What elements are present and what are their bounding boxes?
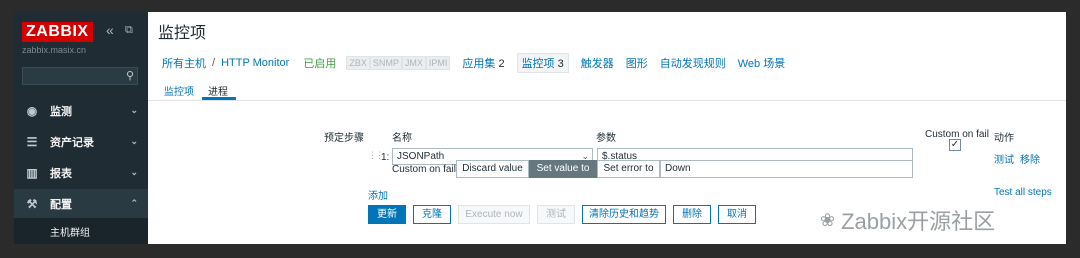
page-title: 监控项 xyxy=(158,25,207,42)
nav-web-scenarios[interactable]: Web 场景 xyxy=(738,55,785,71)
tab-preprocessing[interactable]: 进程 xyxy=(208,83,228,98)
kiosk-mode-icon[interactable]: ⧉ xyxy=(125,24,133,37)
breadcrumb-host[interactable]: HTTP Monitor xyxy=(221,57,289,69)
chevron-up-icon: ⌃ xyxy=(130,198,138,208)
menu-item-monitoring[interactable]: ◉ 监测 ⌄ xyxy=(14,96,148,125)
chart-icon: ▥ xyxy=(26,165,38,180)
step-number: 1: xyxy=(381,152,390,163)
collapse-sidebar-icon[interactable]: « xyxy=(106,22,114,38)
tab-item[interactable]: 监控项 xyxy=(164,83,194,98)
test-all-steps-link[interactable]: Test all steps xyxy=(994,187,1052,198)
page-header: 监控项 xyxy=(148,12,1066,47)
protocol-ipmi: IPMI xyxy=(425,56,451,70)
wrench-icon: ⚒ xyxy=(26,196,38,211)
column-actions-header: 动作 xyxy=(994,133,1014,144)
clone-button[interactable]: 克隆 xyxy=(413,205,451,224)
protocol-snmp: SNMP xyxy=(369,56,402,70)
search-icon[interactable]: ⚲ xyxy=(126,69,134,82)
watermark: ❀ Zabbix开源社区 xyxy=(820,204,995,236)
breadcrumb-all-hosts[interactable]: 所有主机 xyxy=(162,55,206,71)
submenu-item-label: 主机群组 xyxy=(50,227,90,239)
breadcrumb-separator: / xyxy=(212,57,216,69)
list-icon: ☰ xyxy=(26,134,38,149)
chevron-down-icon: ⌄ xyxy=(130,105,138,115)
menu-item-label: 配置 xyxy=(50,198,72,211)
wechat-icon: ❀ xyxy=(820,209,836,230)
search-input[interactable]: ⚲ xyxy=(22,67,138,85)
clear-history-button[interactable]: 清除历史和趋势 xyxy=(582,205,666,224)
nav-discovery-rules[interactable]: 自动发现规则 xyxy=(660,55,726,71)
remove-step-link[interactable]: 移除 xyxy=(1020,151,1040,166)
eye-icon: ◉ xyxy=(26,103,38,118)
test-button[interactable]: 测试 xyxy=(537,205,575,224)
option-discard-value[interactable]: Discard value xyxy=(456,160,529,178)
chevron-down-icon: ⌄ xyxy=(130,167,138,177)
drag-handle-icon[interactable]: ⋮⋮ xyxy=(368,150,384,161)
fail-value-input[interactable]: Down xyxy=(660,160,913,178)
nav-items[interactable]: 监控项 3 xyxy=(516,53,569,73)
nav-applications[interactable]: 应用集 2 xyxy=(462,55,504,71)
sidebar: ZABBIX « ⧉ zabbix.masix.cn ⚲ ◉ 监测 ⌄ ☰ 资产… xyxy=(14,12,148,244)
execute-now-button[interactable]: Execute now xyxy=(458,205,530,224)
menu-item-label: 资产记录 xyxy=(50,136,94,149)
server-name: zabbix.masix.cn xyxy=(22,45,87,55)
menu-item-reports[interactable]: ▥ 报表 ⌄ xyxy=(14,158,148,187)
column-name-header: 名称 xyxy=(392,133,412,144)
active-tab-indicator xyxy=(202,97,236,100)
add-step-link[interactable]: 添加 xyxy=(368,187,388,202)
custom-on-fail-checkbox[interactable]: ✓ xyxy=(949,139,961,151)
chevron-down-icon: ⌄ xyxy=(130,136,138,146)
option-set-error-to[interactable]: Set error to xyxy=(597,160,660,178)
column-params-header: 参数 xyxy=(596,133,616,144)
delete-button[interactable]: 删除 xyxy=(673,205,711,224)
test-step-link[interactable]: 测试 xyxy=(994,151,1014,166)
steps-label: 预定步骤 xyxy=(324,133,364,144)
update-button[interactable]: 更新 xyxy=(368,205,406,224)
status-badge[interactable]: 已启用 xyxy=(303,55,336,71)
menu-item-label: 监测 xyxy=(50,105,72,118)
cancel-button[interactable]: 取消 xyxy=(718,205,756,224)
nav-triggers[interactable]: 触发器 xyxy=(581,55,614,71)
form-tabs: 监控项 进程 xyxy=(148,80,1066,101)
custom-on-fail-label: Custom on fail xyxy=(392,164,456,175)
menu-item-configuration[interactable]: ⚒ 配置 ⌃ xyxy=(14,189,148,218)
app-window: ZABBIX « ⧉ zabbix.masix.cn ⚲ ◉ 监测 ⌄ ☰ 资产… xyxy=(14,12,1066,244)
menu-item-label: 报表 xyxy=(50,167,72,180)
host-navigation: 所有主机 / HTTP Monitor 已启用 ZBX SNMP JMX IPM… xyxy=(148,46,1066,81)
nav-graphs[interactable]: 图形 xyxy=(626,55,648,71)
option-set-value-to[interactable]: Set value to xyxy=(529,160,597,178)
menu-item-inventory[interactable]: ☰ 资产记录 ⌄ xyxy=(14,127,148,156)
protocol-jmx: JMX xyxy=(401,56,426,70)
watermark-text: Zabbix开源社区 xyxy=(841,209,996,234)
protocol-zbx: ZBX xyxy=(346,56,370,70)
zabbix-logo[interactable]: ZABBIX xyxy=(22,22,93,42)
submenu-item-host-groups[interactable]: 主机群组 xyxy=(14,218,148,244)
